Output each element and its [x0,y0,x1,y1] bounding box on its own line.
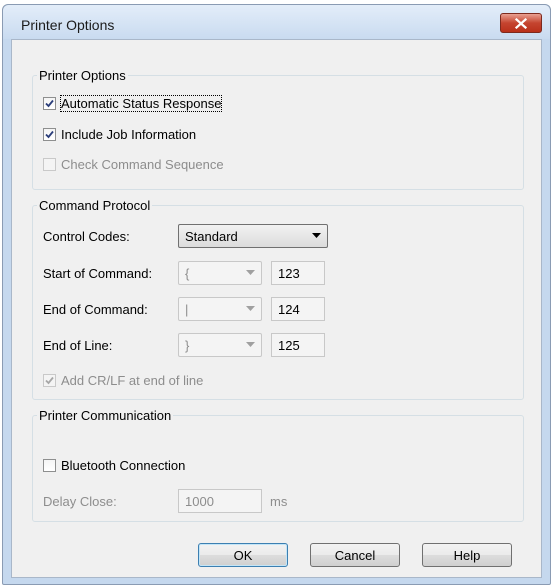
checkmark-icon [43,97,56,110]
end-of-line-label: End of Line: [43,338,113,353]
include-job-label: Include Job Information [61,127,197,142]
control-codes-value: Standard [185,228,238,244]
dropdown-arrow-icon [312,233,321,238]
dialog-body: Printer Options Automatic Status Respons… [11,39,542,578]
ok-button[interactable]: OK [198,543,288,567]
end-command-code[interactable]: 124 [271,297,325,321]
start-command-char: { [185,265,190,281]
title-bar[interactable]: Printer Options [3,5,550,39]
checkmark-icon [43,128,56,141]
command-protocol-legend: Command Protocol [39,198,151,213]
delay-close-label: Delay Close: [43,494,117,509]
window-title: Printer Options [21,17,115,33]
printer-options-legend: Printer Options [39,68,126,83]
delay-unit-label: ms [270,494,288,509]
control-codes-dropdown[interactable]: Standard [178,224,328,248]
checkmark-icon [43,374,56,387]
auto-status-label: Automatic Status Response [59,95,223,112]
bluetooth-label: Bluetooth Connection [61,458,186,473]
end-command-label: End of Command: [43,302,148,317]
end-of-line-char: } [185,337,190,353]
dropdown-arrow-icon [246,270,255,275]
close-icon [515,17,527,29]
check-sequence-label: Check Command Sequence [61,157,224,172]
end-command-char: | [185,301,189,317]
checkbox-box [43,459,56,472]
dropdown-arrow-icon [246,306,255,311]
auto-status-checkbox[interactable]: Automatic Status Response [43,95,223,112]
delay-close-input[interactable]: 1000 [178,489,262,513]
cancel-button[interactable]: Cancel [310,543,400,567]
control-codes-label: Control Codes: [43,229,130,244]
start-command-label: Start of Command: [43,266,153,281]
start-command-code[interactable]: 123 [271,261,325,285]
dropdown-arrow-icon [246,342,255,347]
printer-communication-legend: Printer Communication [39,408,172,423]
crlf-label: Add CR/LF at end of line [61,373,204,388]
end-command-dropdown[interactable]: | [178,297,262,321]
end-of-line-dropdown[interactable]: } [178,333,262,357]
check-sequence-checkbox[interactable]: Check Command Sequence [43,157,224,172]
help-button[interactable]: Help [422,543,512,567]
bluetooth-checkbox[interactable]: Bluetooth Connection [43,458,185,473]
close-button[interactable] [500,13,542,33]
end-of-line-code[interactable]: 125 [271,333,325,357]
printer-options-dialog: Printer Options Printer Options Automati… [2,4,551,585]
start-command-dropdown[interactable]: { [178,261,262,285]
checkbox-box [43,158,56,171]
crlf-checkbox[interactable]: Add CR/LF at end of line [43,373,203,388]
include-job-checkbox[interactable]: Include Job Information [43,127,196,142]
